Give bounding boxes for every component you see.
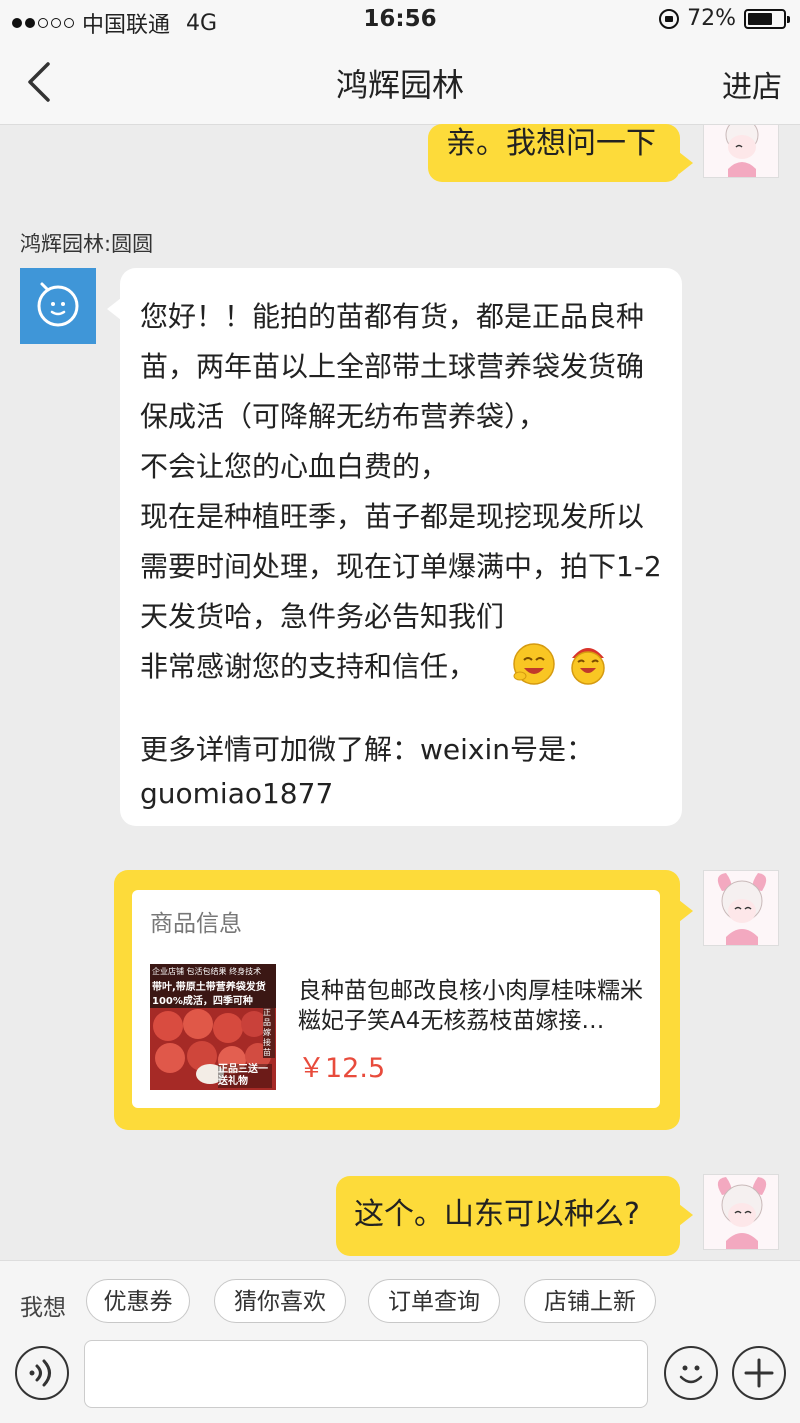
avatar-image: [704, 125, 778, 177]
product-image[interactable]: 企业店铺 包活包结果 终身技术 带叶,带原土带营养袋发货 100%成活，四季可种…: [150, 964, 276, 1090]
chat-bubble-icon: [37, 282, 79, 327]
message-input[interactable]: [84, 1340, 648, 1408]
product-card-header: 商品信息: [150, 911, 242, 937]
product-title[interactable]: 良种苗包邮改良核小肉厚桂味糯米糍妃子笑A4无核荔枝苗嫁接…: [298, 976, 648, 1036]
emoji-group: [510, 640, 612, 688]
status-bar: 中国联通 4G 16:56 72%: [0, 0, 800, 40]
shop-avatar[interactable]: [20, 268, 96, 344]
user-avatar[interactable]: [703, 870, 779, 946]
user-message-bubble: 亲。我想问一下: [428, 124, 693, 182]
product-image-side-text: 正品 嫁接苗: [263, 1008, 275, 1058]
quick-reply-label: 我想: [20, 1295, 66, 1321]
product-price: ￥12.5: [298, 1053, 386, 1084]
sender-name: 鸿辉园林:圆圆: [20, 232, 154, 256]
message-text: 您好！！能拍的苗都有货，都是正品良种苗，两年苗以上全部带土球营养袋发货确保成活（…: [140, 300, 662, 683]
page-title: 鸿辉园林: [335, 66, 464, 104]
input-bar: [0, 1340, 800, 1423]
laughing-emoji-icon: [513, 643, 555, 685]
quick-reply-new-arrivals[interactable]: 店铺上新: [524, 1279, 656, 1323]
voice-icon: [29, 1359, 51, 1387]
avatar-image: [704, 871, 778, 945]
product-card-inner[interactable]: 商品信息 企业店铺 包活包结果 终身技术 带叶,带原土带营养袋发货 100%成活…: [132, 890, 660, 1108]
fortune-emoji-icon: [571, 648, 605, 685]
more-button[interactable]: [732, 1346, 786, 1400]
product-image-bottom-text: 正品三送一 送礼物: [218, 1064, 272, 1088]
user-avatar[interactable]: [703, 1174, 779, 1250]
rotation-lock-icon: [659, 8, 680, 29]
enter-store-button[interactable]: 进店: [722, 62, 782, 106]
product-image-line2: 100%成活，四季可种: [152, 996, 253, 1007]
nav-bar: 鸿辉园林 进店: [0, 40, 800, 125]
emoji-button[interactable]: [664, 1346, 718, 1400]
quick-reply-coupon[interactable]: 优惠券: [86, 1279, 190, 1323]
battery-fill: [748, 12, 773, 25]
product-image-line1: 带叶,带原土带营养袋发货: [152, 982, 266, 993]
battery-percent: 72%: [687, 6, 736, 31]
quick-reply-order-query[interactable]: 订单查询: [368, 1279, 500, 1323]
status-right: 72%: [659, 6, 790, 31]
smiley-icon: [679, 1365, 703, 1384]
product-image-top-text: 企业店铺 包活包结果 终身技术: [152, 967, 262, 976]
avatar-image: [704, 1175, 778, 1249]
message-text: 亲。我想问一下: [446, 126, 656, 161]
quick-reply-recommend[interactable]: 猜你喜欢: [214, 1279, 346, 1323]
user-avatar[interactable]: [703, 124, 779, 178]
battery-icon: [744, 8, 790, 29]
plus-icon: [744, 1358, 774, 1388]
shop-message-bubble: 您好！！能拍的苗都有货，都是正品良种苗，两年苗以上全部带土球营养袋发货确保成活（…: [107, 268, 682, 826]
product-card[interactable]: 商品信息 企业店铺 包活包结果 终身技术 带叶,带原土带营养袋发货 100%成活…: [114, 870, 693, 1130]
voice-button[interactable]: [15, 1346, 69, 1400]
user-message-bubble: 这个。山东可以种么?: [336, 1176, 693, 1256]
quick-reply-bar: 我想 优惠券 猜你喜欢 订单查询 店铺上新: [0, 1260, 800, 1341]
message-text: 这个。山东可以种么?: [354, 1197, 640, 1232]
message-extra-text: 更多详情可加微了解：weixin号是：guomiao1877: [140, 733, 595, 810]
